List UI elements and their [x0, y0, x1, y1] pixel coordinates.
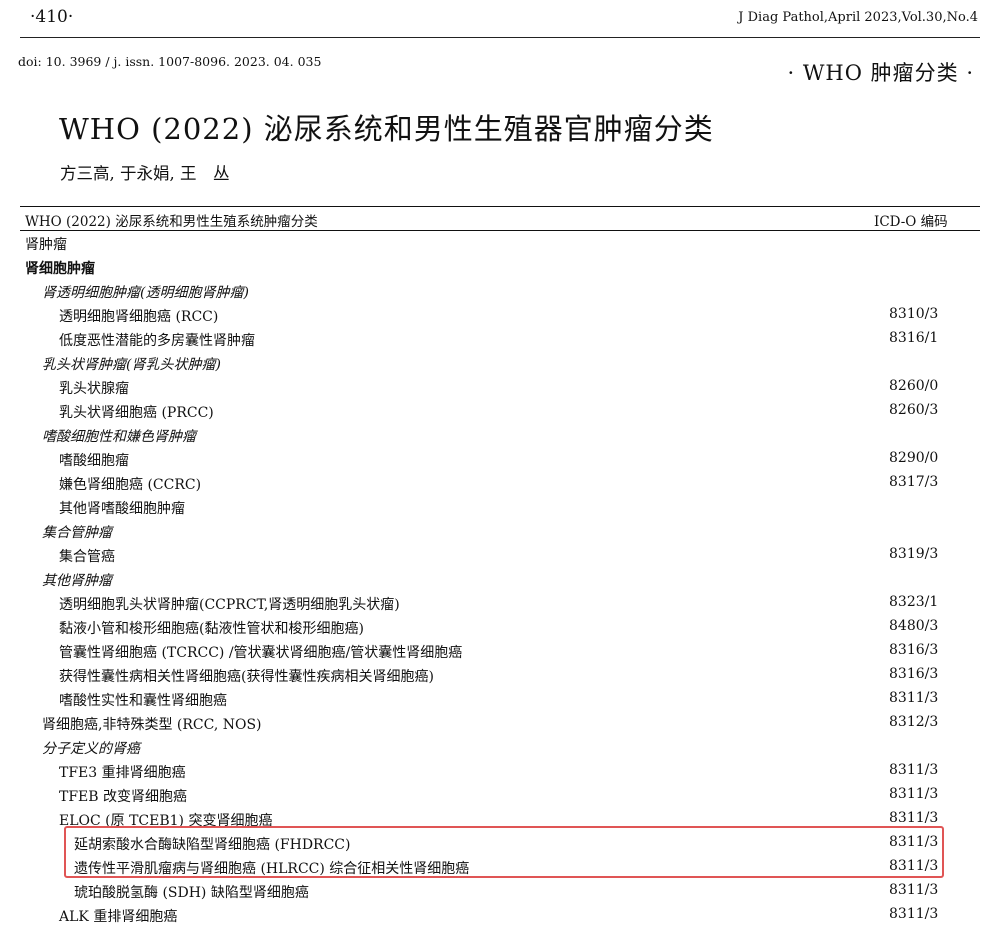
table-row: 其他肾肿瘤 — [42, 573, 112, 589]
article-title: WHO (2022) 泌尿系统和男性生殖器官肿瘤分类 — [59, 112, 714, 146]
table-row: ALK 重排肾细胞癌 8311/3 — [59, 906, 939, 925]
table-row: 集合管癌 8319/3 — [59, 546, 939, 565]
table-row: 其他肾嗜酸细胞肿瘤 — [59, 501, 185, 517]
table-row: 集合管肿瘤 — [42, 525, 112, 541]
section-category: · WHO 肿瘤分类 · — [787, 61, 974, 85]
table-row: TFEB 改变肾细胞癌 8311/3 — [59, 786, 939, 805]
table-row: 透明细胞肾细胞癌 (RCC) 8310/3 — [59, 306, 939, 325]
table-header-rule — [20, 230, 980, 231]
table-row: 低度恶性潜能的多房囊性肾肿瘤 8316/1 — [59, 330, 939, 349]
table-top-rule — [20, 206, 980, 207]
table-row: 肾肿瘤 — [25, 237, 67, 253]
table-row: 分子定义的肾癌 — [42, 741, 140, 757]
header-rule — [20, 37, 980, 38]
table-row: 黏液小管和梭形细胞癌(黏液性管状和梭形细胞癌) 8480/3 — [59, 618, 939, 637]
table-row: 嗜酸细胞性和嫌色肾肿瘤 — [42, 429, 196, 445]
table-header-icd-code: ICD-O 编码 — [874, 214, 948, 230]
table-row: 肾透明细胞肿瘤(透明细胞肾肿瘤) — [42, 285, 249, 301]
table-row: 肾细胞肿瘤 — [25, 261, 95, 277]
table-header-classification: WHO (2022) 泌尿系统和男性生殖系统肿瘤分类 — [25, 214, 318, 230]
page-number: ·410· — [30, 7, 74, 27]
table-row: TFE3 重排肾细胞癌 8311/3 — [59, 762, 939, 781]
table-row: 乳头状肾细胞癌 (PRCC) 8260/3 — [59, 402, 939, 421]
table-row: 琥珀酸脱氢酶 (SDH) 缺陷型肾细胞癌 8311/3 — [74, 882, 939, 901]
table-row: 透明细胞乳头状肾肿瘤(CCPRCT,肾透明细胞乳头状瘤) 8323/1 — [59, 594, 939, 613]
table-row: 获得性囊性病相关性肾细胞癌(获得性囊性疾病相关肾细胞癌) 8316/3 — [59, 666, 939, 685]
table-row: 肾细胞癌,非特殊类型 (RCC, NOS) 8312/3 — [42, 714, 939, 733]
table-row: 嗜酸细胞瘤 8290/0 — [59, 450, 939, 469]
highlight-annotation-box — [64, 826, 944, 878]
table-row: 乳头状腺瘤 8260/0 — [59, 378, 939, 397]
doi-line: doi: 10. 3969 / j. issn. 1007-8096. 2023… — [18, 54, 322, 69]
table-row: 嫌色肾细胞癌 (CCRC) 8317/3 — [59, 474, 939, 493]
journal-citation: J Diag Pathol,April 2023,Vol.30,No.4 — [738, 10, 978, 25]
table-row: 管囊性肾细胞癌 (TCRCC) /管状囊状肾细胞癌/管状囊性肾细胞癌 8316/3 — [59, 642, 939, 661]
table-row: 乳头状肾肿瘤(肾乳头状肿瘤) — [42, 357, 221, 373]
article-authors: 方三高, 于永娟, 王 丛 — [60, 164, 230, 183]
table-row: 嗜酸性实性和囊性肾细胞癌 8311/3 — [59, 690, 939, 709]
